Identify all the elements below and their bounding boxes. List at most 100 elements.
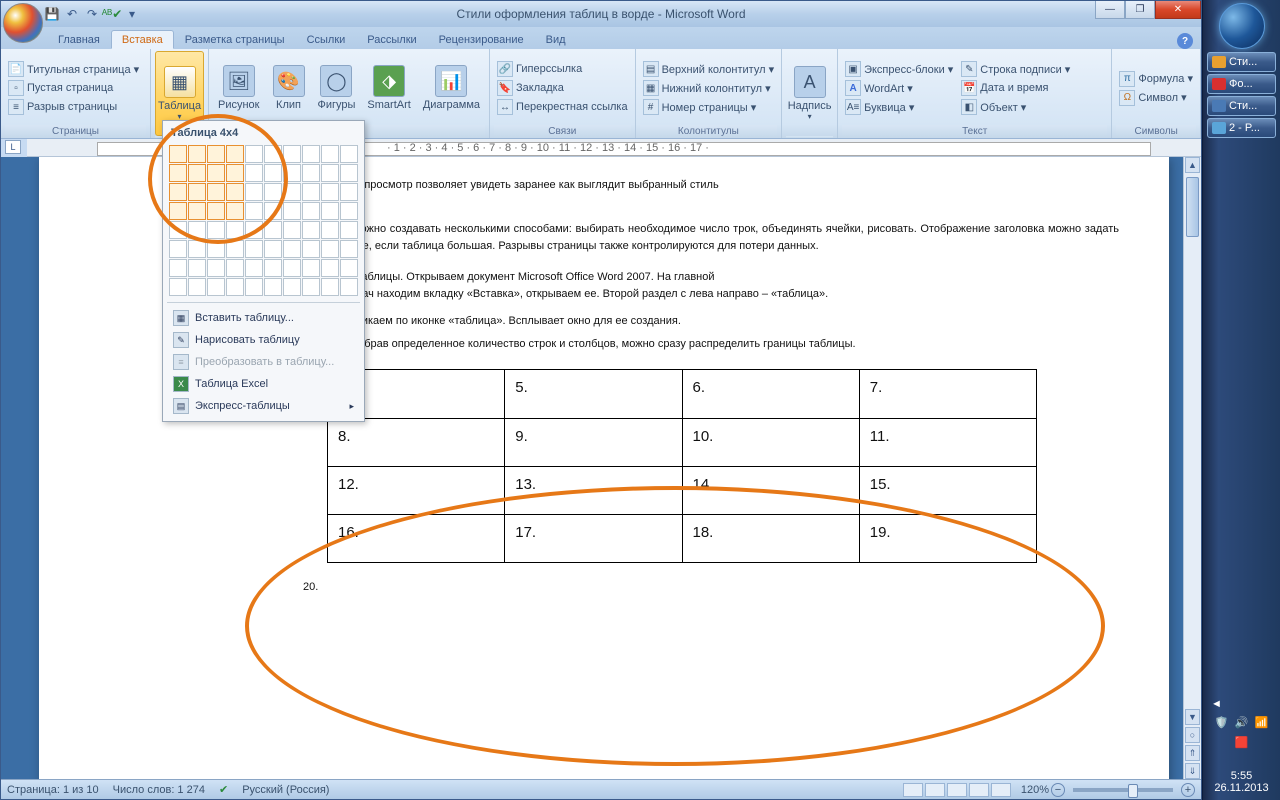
maximize-button[interactable]: ❐ [1125,1,1155,19]
grid-cell[interactable] [340,145,358,163]
tray-arrow-icon[interactable]: ◄ [1211,698,1222,710]
grid-cell[interactable] [302,183,320,201]
table-insert-dropdown[interactable]: Таблица 4x4 ▦Вставить таблицу... ✎Нарисо… [162,120,365,422]
scroll-down-icon[interactable]: ▼ [1185,709,1200,725]
grid-cell[interactable] [207,221,225,239]
system-clock[interactable]: 5:55 26.11.2013 [1203,770,1280,794]
draft-view-icon[interactable] [991,783,1011,797]
excel-table-item[interactable]: XТаблица Excel [167,373,360,395]
tray-icon[interactable]: 🛡️ [1215,716,1229,730]
zoom-slider[interactable] [1073,788,1173,792]
grid-cell[interactable] [321,240,339,258]
table-cell[interactable]: 7. [859,370,1036,418]
title-bar[interactable]: 💾 ↶ ↷ ᴬᴮ✔ ▾ Стили оформления таблиц в во… [1,1,1201,27]
grid-cell[interactable] [169,202,187,220]
grid-cell[interactable] [340,183,358,201]
grid-cell[interactable] [264,221,282,239]
scroll-up-icon[interactable]: ▲ [1185,157,1200,173]
grid-cell[interactable] [283,183,301,201]
hyperlink-button[interactable]: 🔗Гиперссылка [494,60,631,78]
grid-cell[interactable] [188,202,206,220]
grid-cell[interactable] [169,240,187,258]
table-cell[interactable]: 14. [682,466,859,514]
grid-cell[interactable] [283,278,301,296]
grid-cell[interactable] [321,278,339,296]
picture-button[interactable]: 🖼Рисунок [213,51,265,125]
grid-cell[interactable] [283,164,301,182]
tab-references[interactable]: Ссылки [296,30,357,49]
grid-cell[interactable] [188,240,206,258]
grid-cell[interactable] [283,145,301,163]
tab-insert[interactable]: Вставка [111,30,174,49]
quickparts-button[interactable]: ▣Экспресс-блоки ▾ [842,60,956,78]
language-status[interactable]: Русский (Россия) [242,784,329,796]
grid-cell[interactable] [245,183,263,201]
grid-cell[interactable] [340,240,358,258]
spellcheck-icon[interactable]: ᴬᴮ✔ [103,5,121,23]
grid-cell[interactable] [264,202,282,220]
grid-cell[interactable] [340,202,358,220]
equation-button[interactable]: πФормула ▾ [1116,70,1196,88]
grid-cell[interactable] [169,221,187,239]
grid-cell[interactable] [245,221,263,239]
grid-cell[interactable] [226,259,244,277]
table-cell[interactable]: 13. [505,466,682,514]
cover-page-button[interactable]: 📄Титульная страница ▾ [5,60,146,78]
grid-cell[interactable] [188,221,206,239]
grid-cell[interactable] [188,183,206,201]
print-layout-view-icon[interactable] [903,783,923,797]
grid-cell[interactable] [226,164,244,182]
grid-cell[interactable] [169,278,187,296]
grid-cell[interactable] [207,145,225,163]
grid-cell[interactable] [169,183,187,201]
tab-home[interactable]: Главная [47,30,111,49]
grid-cell[interactable] [207,183,225,201]
textbox-button[interactable]: AНадпись▾ [786,51,833,136]
outline-view-icon[interactable] [969,783,989,797]
grid-cell[interactable] [321,183,339,201]
grid-cell[interactable] [321,259,339,277]
tab-layout[interactable]: Разметка страницы [174,30,296,49]
table-cell[interactable]: 17. [505,515,682,563]
table-cell[interactable]: 18. [682,515,859,563]
minimize-button[interactable]: — [1095,1,1125,19]
grid-cell[interactable] [283,259,301,277]
grid-cell[interactable] [245,278,263,296]
grid-cell[interactable] [226,202,244,220]
shapes-button[interactable]: ◯Фигуры [313,51,361,125]
grid-cell[interactable] [226,145,244,163]
grid-cell[interactable] [245,202,263,220]
grid-cell[interactable] [169,259,187,277]
spellcheck-status-icon[interactable]: ✔ [219,783,228,796]
qat-more-icon[interactable]: ▾ [123,5,141,23]
help-icon[interactable]: ? [1177,33,1193,49]
tab-mailings[interactable]: Рассылки [356,30,427,49]
office-button[interactable] [3,3,43,43]
tray-volume-icon[interactable]: 🔊 [1235,716,1249,730]
page-break-button[interactable]: ≡Разрыв страницы [5,98,146,116]
scroll-thumb[interactable] [1186,177,1199,237]
document-table[interactable]: 4.5.6.7. 8.9.10.11. 12.13.14.15. 16.17.1… [327,369,1037,563]
grid-cell[interactable] [188,259,206,277]
grid-cell[interactable] [264,164,282,182]
grid-cell[interactable] [245,145,263,163]
grid-cell[interactable] [340,259,358,277]
grid-cell[interactable] [340,278,358,296]
zoom-in-button[interactable]: + [1181,783,1195,797]
table-cell[interactable]: 6. [682,370,859,418]
table-cell[interactable]: 12. [328,466,505,514]
grid-cell[interactable] [264,183,282,201]
table-cell[interactable]: 5. [505,370,682,418]
tray-network-icon[interactable]: 📶 [1255,716,1269,730]
grid-cell[interactable] [264,259,282,277]
grid-cell[interactable] [302,240,320,258]
tab-view[interactable]: Вид [535,30,577,49]
vertical-scrollbar[interactable]: ▲ ▼ ○ ⇑ ⇓ [1183,157,1201,779]
grid-cell[interactable] [302,164,320,182]
table-cell[interactable]: 10. [682,418,859,466]
table-cell[interactable]: 16. [328,515,505,563]
grid-cell[interactable] [245,259,263,277]
start-orb[interactable] [1219,3,1265,49]
grid-cell[interactable] [207,202,225,220]
next-page-icon[interactable]: ⇓ [1185,763,1200,779]
